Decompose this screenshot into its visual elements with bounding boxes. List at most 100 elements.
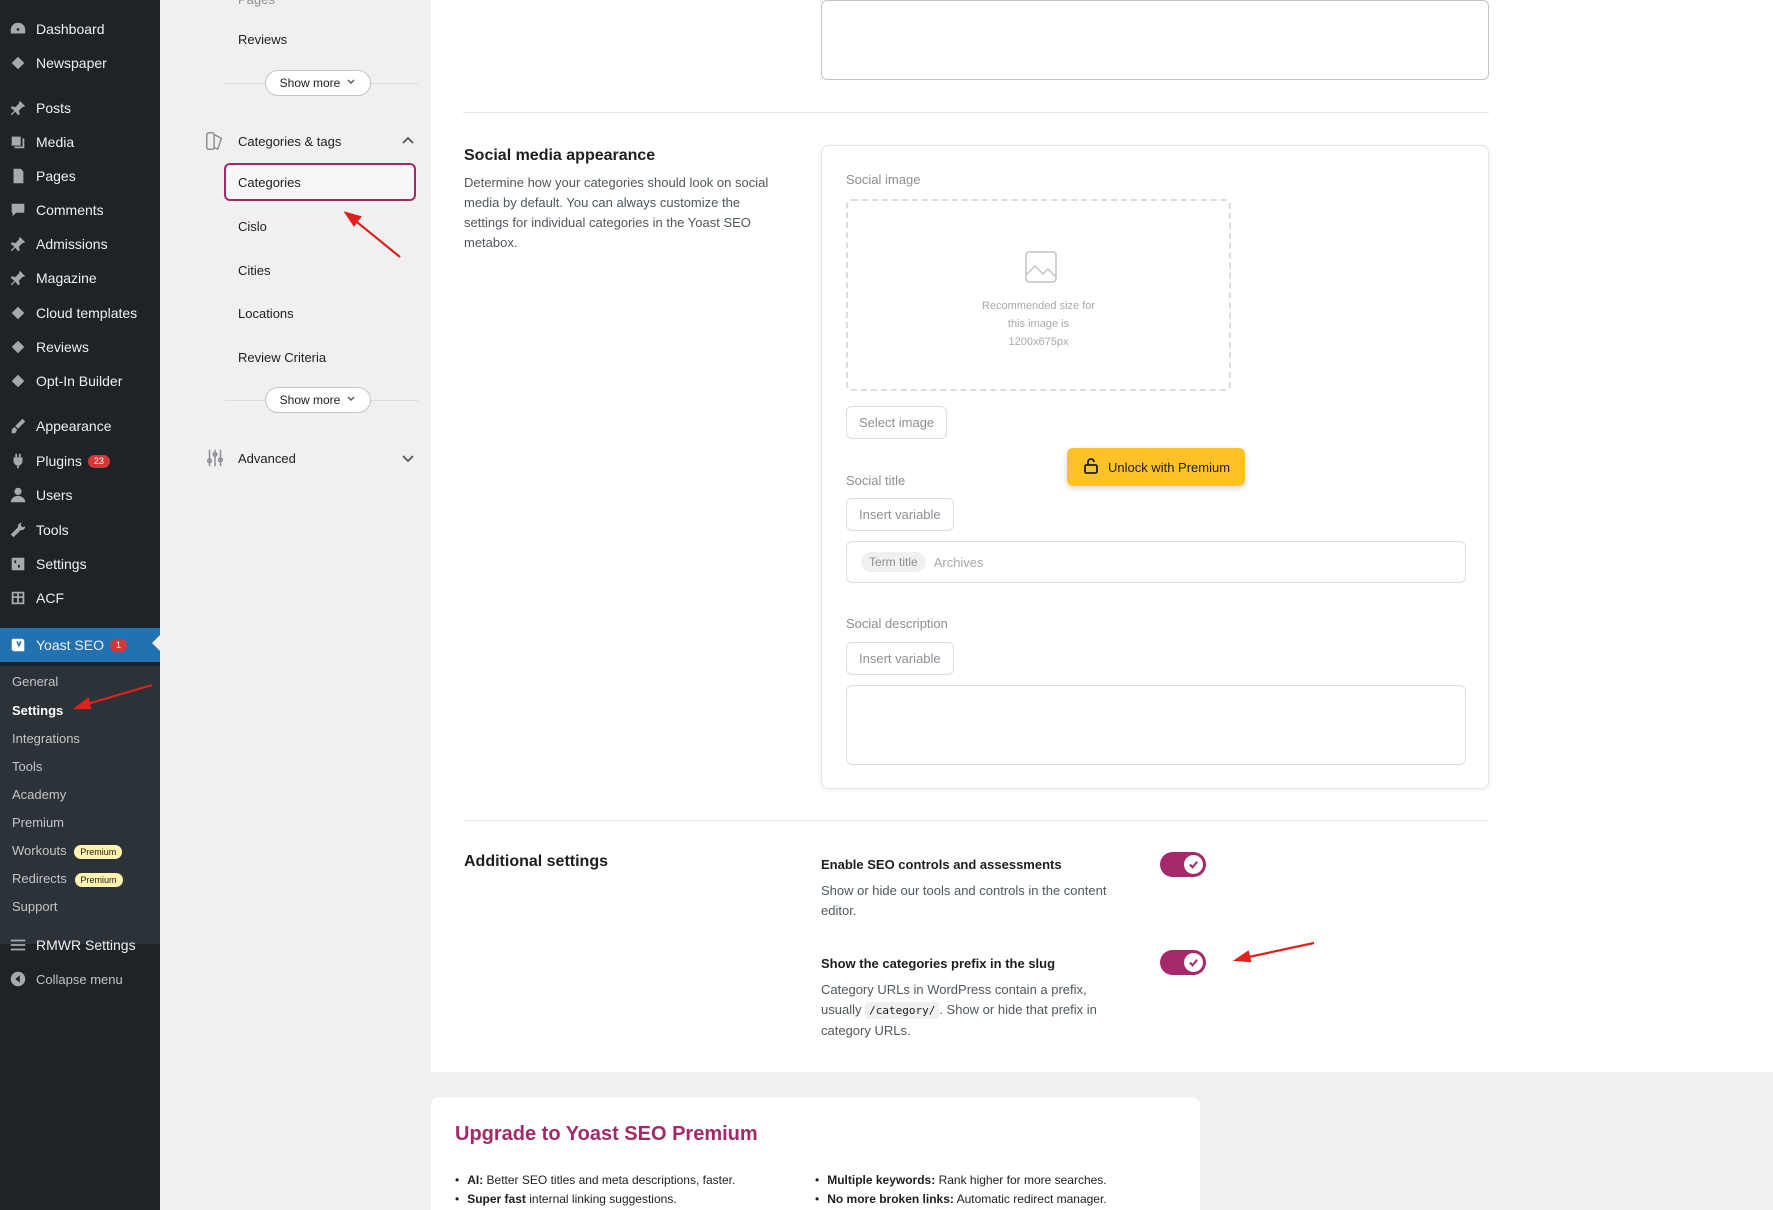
menu-item-media[interactable]: Media (0, 127, 160, 157)
settings-icon (8, 554, 28, 574)
submenu-workouts-label: Workouts (12, 843, 67, 858)
seo-controls-toggle[interactable] (1160, 852, 1206, 877)
menu-item-opt-in-builder[interactable]: Opt-In Builder (0, 366, 160, 396)
submenu-support[interactable]: Support (12, 899, 58, 914)
menu-item-newspaper[interactable]: Newspaper (0, 48, 160, 78)
plugins-update-badge: 23 (87, 454, 110, 468)
submenu-academy[interactable]: Academy (12, 787, 66, 802)
title-suffix: Archives (933, 554, 984, 570)
show-more-label: Show more (279, 393, 341, 407)
settings-navigation: Pages Reviews Show more Categories & tag… (160, 0, 430, 1210)
comments-icon (8, 200, 28, 220)
category-code: /category/ (865, 1002, 940, 1019)
pin-icon (8, 268, 28, 288)
seo-controls-desc: Show or hide our tools and controls in t… (821, 883, 1107, 918)
menu-item-acf[interactable]: ACF (0, 583, 160, 613)
category-prefix-title: Show the categories prefix in the slug (821, 956, 1056, 971)
newspaper-icon (8, 53, 28, 73)
submenu-general[interactable]: General (12, 674, 58, 689)
menu-item-admissions[interactable]: Admissions (0, 229, 160, 259)
submenu-settings[interactable]: Settings (12, 703, 63, 718)
lock-icon (1082, 457, 1100, 478)
nav-group-advanced[interactable]: Advanced (204, 446, 424, 470)
yoast-notification-badge: 1 (109, 638, 127, 652)
image-size-hint: Recommended size for this image is 1200x… (981, 300, 1096, 348)
plug-icon (8, 451, 28, 471)
social-title-input[interactable]: Term title Archives (846, 541, 1466, 583)
nav-link-review-criteria[interactable]: Review Criteria (238, 350, 326, 365)
select-image-button[interactable]: Select image (846, 406, 948, 439)
chevron-up-icon (400, 133, 416, 149)
social-description-label: Social description (846, 616, 948, 631)
submenu-workouts[interactable]: Workouts Premium (12, 843, 123, 859)
description-textarea[interactable] (821, 0, 1489, 80)
media-icon (8, 132, 28, 152)
wrench-icon (8, 520, 28, 540)
nav-link-reviews[interactable]: Reviews (238, 32, 287, 47)
dashboard-icon (8, 19, 28, 39)
brush-icon (8, 416, 28, 436)
premium-pill: Premium (74, 845, 123, 859)
menu-item-rmwr-settings[interactable]: RMWR Settings (0, 930, 160, 960)
category-prefix-toggle[interactable] (1160, 950, 1206, 975)
chevron-down-icon (346, 76, 356, 90)
diamond-icon (8, 303, 28, 323)
upgrade-features-right: Multiple keywords: Rank higher for more … (815, 1171, 1106, 1209)
show-more-button[interactable]: Show more (265, 70, 371, 96)
menu-item-plugins[interactable]: Plugins 23 (0, 446, 160, 476)
upgrade-title: Upgrade to Yoast SEO Premium (455, 1123, 758, 1145)
yoast-submenu: General Settings Integrations Tools Acad… (0, 666, 160, 944)
submenu-tools[interactable]: Tools (12, 759, 42, 774)
menu-item-users[interactable]: Users (0, 480, 160, 510)
menu-item-posts[interactable]: Posts (0, 93, 160, 123)
pin-icon (8, 234, 28, 254)
menu-item-yoast-seo[interactable]: Yoast SEO 1 (0, 628, 160, 662)
pin-icon (8, 98, 28, 118)
section-desc-social: Determine how your categories should loo… (464, 175, 769, 250)
menu-item-tools[interactable]: Tools (0, 515, 160, 545)
section-divider (463, 820, 1489, 821)
premium-pill: Premium (74, 873, 123, 887)
menu-item-cloud-templates[interactable]: Cloud templates (0, 298, 160, 328)
nav-link-cities[interactable]: Cities (238, 263, 271, 278)
sliders-icon (8, 935, 28, 955)
unlock-premium-button[interactable]: Unlock with Premium (1067, 448, 1245, 486)
show-more-button[interactable]: Show more (265, 387, 371, 413)
feature-item: AI: Better SEO titles and meta descripti… (455, 1171, 735, 1190)
diamond-icon (8, 337, 28, 357)
submenu-premium[interactable]: Premium (12, 815, 64, 830)
show-more-label: Show more (279, 76, 341, 90)
settings-content-panel: Social media appearance Determine how yo… (431, 0, 1773, 1072)
toggle-knob (1184, 953, 1203, 972)
menu-item-pages[interactable]: Pages (0, 161, 160, 191)
menu-item-dashboard[interactable]: Dashboard (0, 14, 160, 44)
insert-variable-button[interactable]: Insert variable (846, 642, 954, 675)
sliders-icon (204, 447, 226, 469)
social-title-label: Social title (846, 473, 906, 488)
admin-sidebar: Dashboard Newspaper Posts Media Pages Co… (0, 0, 160, 1210)
insert-variable-button[interactable]: Insert variable (846, 498, 954, 531)
nav-group-label: Advanced (238, 450, 296, 466)
chevron-down-icon (346, 393, 356, 407)
nav-group-categories-tags[interactable]: Categories & tags (204, 129, 424, 153)
section-divider (463, 112, 1489, 113)
nav-link-pages-partial[interactable]: Pages (238, 0, 275, 7)
menu-item-reviews[interactable]: Reviews (0, 332, 160, 362)
nav-link-cislo[interactable]: Cislo (238, 219, 267, 234)
grid-icon (8, 588, 28, 608)
nav-link-locations[interactable]: Locations (238, 306, 294, 321)
social-image-dropzone[interactable]: Recommended size for this image is 1200x… (846, 199, 1231, 391)
variable-chip: Term title (861, 552, 926, 572)
menu-item-appearance[interactable]: Appearance (0, 411, 160, 441)
user-icon (8, 485, 28, 505)
submenu-redirects[interactable]: Redirects Premium (12, 871, 123, 887)
nav-link-categories[interactable]: Categories (224, 163, 416, 201)
social-description-input[interactable] (846, 685, 1466, 765)
menu-item-settings[interactable]: Settings (0, 549, 160, 579)
submenu-integrations[interactable]: Integrations (12, 731, 80, 746)
toggle-knob (1184, 855, 1203, 874)
menu-item-magazine[interactable]: Magazine (0, 263, 160, 293)
nav-group-label: Categories & tags (238, 133, 342, 149)
collapse-menu-button[interactable]: Collapse menu (0, 964, 160, 994)
menu-item-comments[interactable]: Comments (0, 195, 160, 225)
